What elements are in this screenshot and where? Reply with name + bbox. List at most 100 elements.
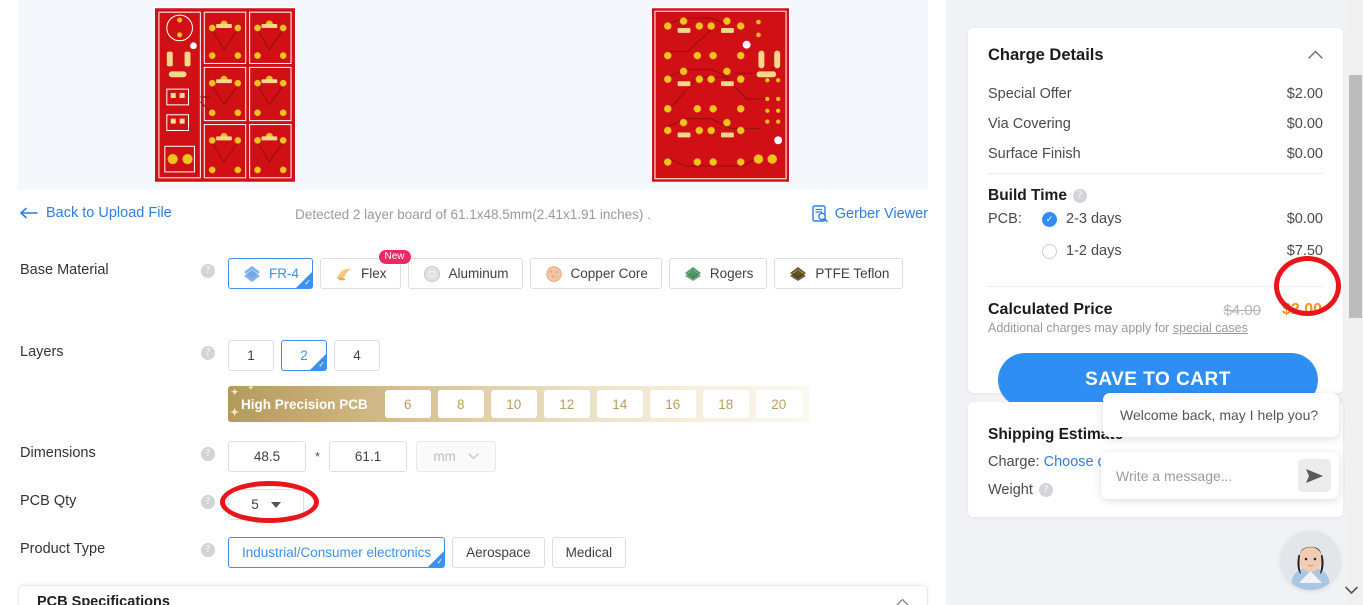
build-time-option-label: 2-3 days [1066,211,1122,227]
charge-line-value: $0.00 [1286,146,1323,162]
dimension-height-input[interactable] [329,441,408,472]
new-badge: New [378,250,411,264]
high-precision-option-10[interactable]: 10 [490,390,537,418]
material-option-ptfe-teflon[interactable]: PTFE Teflon [774,258,904,289]
flex-icon [337,268,351,280]
pcb-qty-control: 5 [228,489,928,520]
charge-details-title: Charge Details [988,46,1104,64]
pcb-qty-help-icon[interactable]: ? [201,495,215,509]
high-precision-title: High Precision PCB [241,396,368,412]
shipping-charge-label: Charge: [988,454,1040,470]
material-option-ptfe-teflon-label: PTFE Teflon [815,266,890,281]
pcb-preview-strip [18,0,928,190]
product-type-label: Product Type [20,541,106,557]
dimensions-inputs: * mm [228,441,928,472]
pcb-specifications-panel[interactable]: PCB Specifications [18,585,928,605]
ptfe-teflon-icon [790,266,807,281]
support-agent-avatar[interactable] [1281,531,1340,590]
high-precision-option-14[interactable]: 14 [596,390,643,418]
pcb-qty-value: 5 [251,497,259,512]
special-cases-link[interactable]: special cases [1173,321,1248,335]
high-precision-option-12[interactable]: 12 [543,390,590,418]
high-precision-option-20[interactable]: 20 [755,390,802,418]
material-option-rogers[interactable]: Rogers [668,258,768,289]
product-type-options: Industrial/Consumer electronics ✓ Aerosp… [228,537,928,568]
dimension-unit-select[interactable]: mm [416,441,497,472]
calculated-price-note: Additional charges may apply for special… [988,321,1248,335]
send-message-button[interactable] [1298,459,1331,492]
charge-line-via-covering: Via Covering $0.00 [988,116,1323,132]
layers-help-icon[interactable]: ? [201,346,215,360]
charge-line-value: $0.00 [1286,116,1323,132]
check-icon: ✓ [318,360,325,369]
high-precision-option-16[interactable]: 16 [649,390,696,418]
fr4-icon [244,265,260,282]
dimension-width-input[interactable] [228,441,306,472]
build-time-help-icon[interactable]: ? [1072,189,1087,203]
sparkle-icon: ✦ [248,386,254,392]
product-type-option-industrial[interactable]: Industrial/Consumer electronics ✓ [228,537,446,568]
divider [988,173,1323,174]
high-precision-option-6[interactable]: 6 [384,390,431,418]
gerber-viewer-label: Gerber Viewer [834,205,928,222]
pcb-top-layer-image[interactable] [154,7,296,183]
high-precision-title-wrap: ✦ ✦ ✦ High Precision PCB [228,386,378,419]
chevron-up-icon[interactable] [896,598,909,605]
material-option-flex[interactable]: New Flex [320,250,411,289]
product-type-option-medical-label: Medical [565,545,613,560]
layers-option-4[interactable]: 4 [334,340,380,371]
high-precision-option-18[interactable]: 18 [702,390,749,418]
charge-line-surface-finish: Surface Finish $0.00 [988,146,1323,162]
build-time-title: Build Time [988,187,1067,204]
board-info-row: Back to Upload File Detected 2 layer boa… [0,205,946,231]
gerber-viewer-link[interactable]: Gerber Viewer [812,205,928,222]
chat-message-input[interactable] [1101,467,1298,484]
shipping-weight-help-icon[interactable]: ? [1038,483,1053,497]
material-option-fr4[interactable]: FR-4 ✓ [228,258,313,289]
pcb-qty-select[interactable]: 5 [228,489,304,520]
layers-label: Layers [20,344,64,360]
dimensions-label: Dimensions [20,445,96,461]
layers-option-1-label: 1 [247,348,255,363]
build-time-option-1-2-days[interactable]: 1-2 days $7.50 [1042,243,1323,259]
build-time-option-price: $7.50 [1286,243,1323,259]
pcb-order-page: Back to Upload File Detected 2 layer boa… [0,0,1363,605]
material-option-copper-core[interactable]: Copper Core [529,258,662,289]
chat-input-bar [1101,452,1339,499]
high-precision-option-8[interactable]: 8 [437,390,484,418]
base-material-help-icon[interactable]: ? [201,264,215,278]
check-icon: ✓ [304,278,311,287]
chevron-up-icon[interactable] [1308,50,1323,59]
dimensions-help-icon[interactable]: ? [201,447,215,461]
build-time-option-price: $0.00 [1286,211,1323,227]
pcb-qty-label: PCB Qty [20,493,77,509]
send-icon [1306,468,1323,483]
page-scrollbar-thumb[interactable] [1349,75,1362,318]
product-type-help-icon[interactable]: ? [201,543,215,557]
layers-option-1[interactable]: 1 [228,340,274,371]
charge-line-label: Special Offer [988,86,1072,102]
charge-line-special-offer: Special Offer $2.00 [988,86,1323,102]
detected-board-text: Detected 2 layer board of 61.1x48.5mm(2.… [295,207,651,222]
product-type-option-aerospace[interactable]: Aerospace [452,537,545,568]
layers-option-2[interactable]: 2 ✓ [281,340,327,371]
dimension-separator: * [315,449,321,464]
avatar [1281,531,1340,590]
layers-option-4-label: 4 [353,348,361,363]
build-time-pcb-label: PCB: [988,211,1022,227]
chevron-down-icon [468,453,479,460]
pcb-specifications-title: PCB Specifications [37,594,170,605]
pcb-bottom-layer-image[interactable] [651,7,790,183]
material-option-aluminum-label: Aluminum [448,266,509,281]
build-time-option-2-3-days[interactable]: ✓ 2-3 days $0.00 [1042,211,1323,227]
material-option-copper-core-label: Copper Core [570,266,648,281]
material-option-aluminum[interactable]: Aluminum [407,258,523,289]
calculated-price-current: $2.00 [1281,301,1322,318]
high-precision-pcb-banner: ✦ ✦ ✦ High Precision PCB 6 8 10 12 14 16… [228,386,809,422]
calculated-price-title: Calculated Price [988,301,1113,318]
chat-collapse-chevron-icon[interactable] [1345,586,1358,594]
product-type-option-medical[interactable]: Medical [551,537,627,568]
build-time-title-wrap: Build Time ? [988,187,1087,205]
calculated-price-original: $4.00 [1223,302,1261,319]
sparkle-icon: ✦ [230,406,240,419]
